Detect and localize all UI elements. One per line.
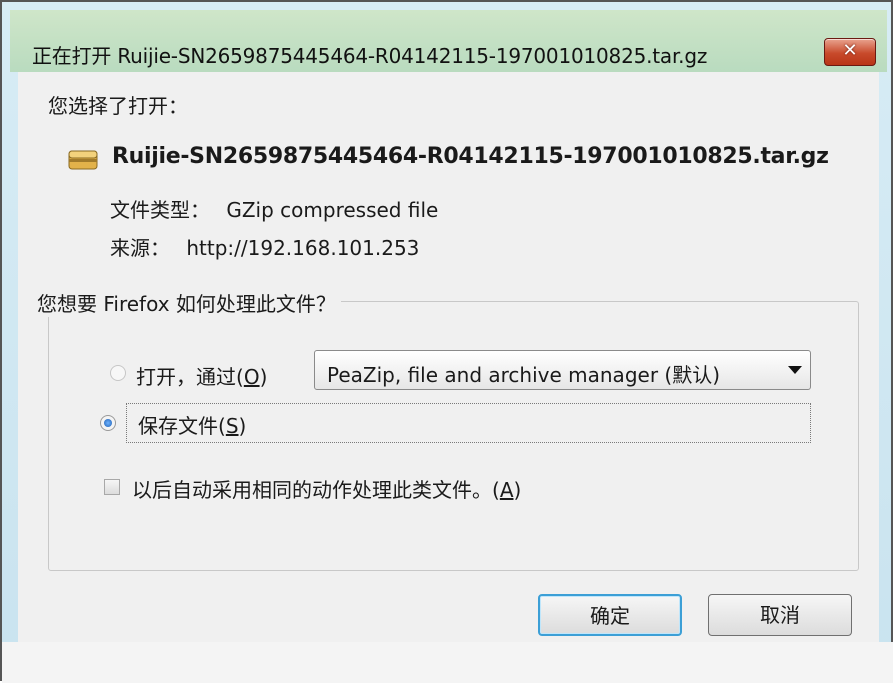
save-file-text: 保存文件 <box>138 414 218 438</box>
window-frame: 正在打开 Ruijie-SN2659875445464-R04142115-19… <box>0 0 893 683</box>
source-label: 来源： <box>110 236 170 260</box>
bottom-edge <box>2 642 893 683</box>
save-file-label[interactable]: 保存文件(S) <box>138 410 246 439</box>
archive-file-icon <box>68 150 98 170</box>
title-bar[interactable]: 正在打开 Ruijie-SN2659875445464-R04142115-19… <box>10 10 887 72</box>
file-type-value: GZip compressed file <box>226 198 439 222</box>
file-type-label: 文件类型： <box>110 198 210 222</box>
intro-text: 您选择了打开： <box>48 94 188 118</box>
close-icon: ✕ <box>842 40 858 61</box>
remember-choice-label[interactable]: 以后自动采用相同的动作处理此类文件。(A) <box>132 474 521 503</box>
chevron-down-icon <box>788 366 802 374</box>
remember-choice-text: 以后自动采用相同的动作处理此类文件。 <box>132 478 492 502</box>
save-file-radio[interactable] <box>100 415 116 431</box>
dialog-body: 您选择了打开： Ruijie-SN2659875445464-R04142115… <box>18 72 879 642</box>
open-with-text: 打开，通过 <box>136 365 236 389</box>
ok-button[interactable]: 确定 <box>538 594 682 636</box>
open-with-app-select[interactable]: PeaZip, file and archive manager (默认) <box>314 350 811 390</box>
window-title: 正在打开 Ruijie-SN2659875445464-R04142115-19… <box>32 44 708 68</box>
remember-choice-accel: A <box>499 478 514 502</box>
close-button[interactable]: ✕ <box>824 38 876 66</box>
open-with-label[interactable]: 打开，通过(O) <box>136 361 267 390</box>
open-with-app-value: PeaZip, file and archive manager (默认) <box>327 363 720 387</box>
cancel-button[interactable]: 取消 <box>708 594 852 636</box>
source-value: http://192.168.101.253 <box>186 236 420 260</box>
action-group-legend: 您想要 Firefox 如何处理此文件？ <box>32 288 341 317</box>
save-file-accel: S <box>225 414 239 438</box>
open-with-radio[interactable] <box>110 365 126 381</box>
open-with-accel: O <box>243 365 260 389</box>
source-row: 来源： http://192.168.101.253 <box>110 232 419 261</box>
file-name: Ruijie-SN2659875445464-R04142115-1970010… <box>112 144 829 169</box>
remember-choice-checkbox[interactable] <box>104 479 120 495</box>
file-type-row: 文件类型： GZip compressed file <box>110 194 438 223</box>
